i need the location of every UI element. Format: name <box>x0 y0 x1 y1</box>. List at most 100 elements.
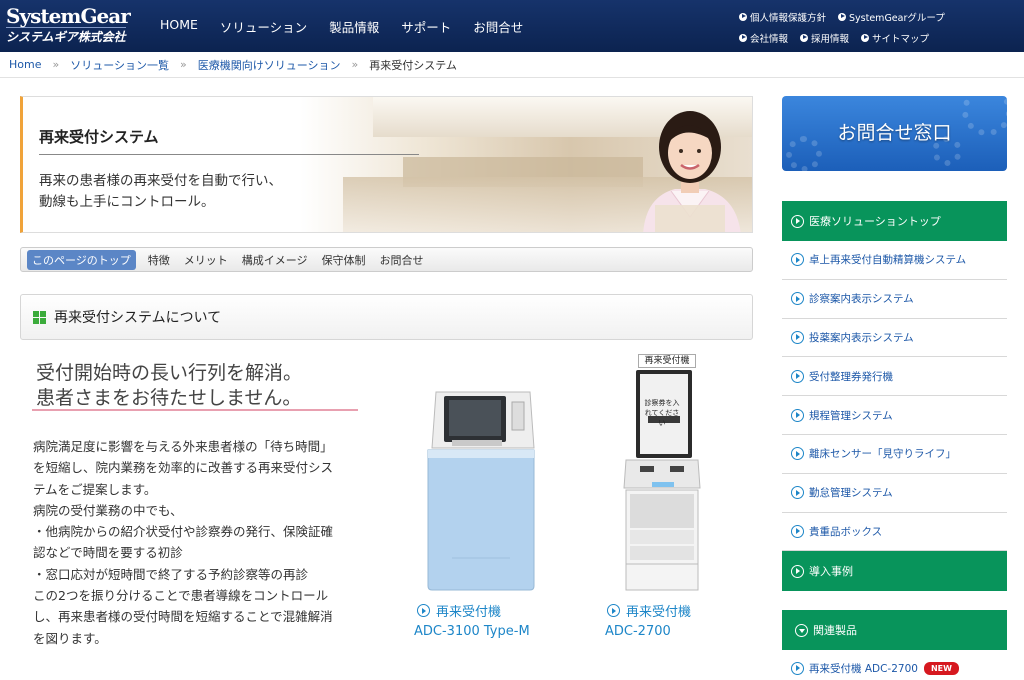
hero-title: 再来受付システム <box>39 128 159 146</box>
sidebar-item-label: 診察案内表示システム <box>809 293 914 306</box>
product-model-adc2700[interactable]: ADC-2700 <box>605 624 671 639</box>
sidebar-item-label: 勤怠管理システム <box>809 487 893 500</box>
arrow-circle-icon <box>800 33 809 42</box>
product-link-label: 再来受付機 <box>436 605 502 620</box>
arrow-circle-icon <box>739 12 747 21</box>
sidebar-item-label: 投薬案内表示システム <box>809 331 914 344</box>
sidebar-nav: 医療ソリューショントップ 卓上再来受付自動精算機システム 診察案内表示システム … <box>782 201 1007 592</box>
tab-inquiry[interactable]: お問合せ <box>380 252 424 268</box>
body-line: ・窓口応対が短時間で終了する予約診察等の再診 <box>33 566 309 582</box>
body-line: を図ります。 <box>33 630 107 646</box>
arrow-circle-icon <box>791 661 804 675</box>
utility-link-label: SystemGearグループ <box>849 12 945 24</box>
arrow-circle-icon <box>791 447 804 461</box>
contact-banner-label: お問合せ窓口 <box>837 122 952 144</box>
sidebar-item-bed-sensor[interactable]: 離床センサー「見守りライフ」 <box>782 435 1007 474</box>
global-nav: HOME ソリューション 製品情報 サポート お問合せ <box>149 17 534 36</box>
nav-support[interactable]: サポート <box>401 17 451 36</box>
arrow-circle-icon <box>791 408 804 422</box>
utility-link-group[interactable]: SystemGearグループ <box>838 10 945 24</box>
body-line: この2つを振り分けることで患者導線をコントロール <box>33 588 329 604</box>
grid-squares-icon <box>33 310 46 324</box>
breadcrumb-separator: » <box>52 58 60 71</box>
utility-link-label: 個人情報保護方針 <box>750 12 827 24</box>
related-item-adc2700[interactable]: 再来受付機 ADC-2700 NEW <box>782 656 1007 680</box>
breadcrumb: Home » ソリューション一覧 » 医療機関向けソリューション » 再来受付シ… <box>0 52 1024 78</box>
site-logo[interactable]: SystemGear システムギア株式会社 <box>6 5 131 49</box>
sidebar-item-medication-display[interactable]: 投薬案内表示システム <box>782 319 1007 358</box>
tab-merits[interactable]: メリット <box>184 252 228 268</box>
product-link-adc2700[interactable]: 再来受付機 <box>607 601 691 620</box>
body-text: 病院満足度に影響を与える外来患者様の「待ち時間」 を短縮し、院内業務を効率的に改… <box>33 436 368 649</box>
product-link-adc3100[interactable]: 再来受付機 <box>417 601 501 620</box>
arrow-circle-icon <box>791 564 804 578</box>
kiosk-label-sign: 再来受付機 <box>638 354 696 368</box>
sidebar-head-label: 医療ソリューショントップ <box>809 215 941 228</box>
sidebar-item-rules-management[interactable]: 規程管理システム <box>782 396 1007 435</box>
body-line: を短縮し、院内業務を効率的に改善する再来受付シス <box>33 460 334 476</box>
sidebar-item-valuables-box[interactable]: 貴重品ボックス <box>782 513 1007 552</box>
utility-link-recruit[interactable]: 採用情報 <box>800 31 849 45</box>
tab-configuration[interactable]: 構成イメージ <box>242 252 308 268</box>
sidebar-head-medical-top[interactable]: 医療ソリューショントップ <box>782 201 1007 241</box>
arrow-circle-icon <box>791 214 804 228</box>
receptionist-photo <box>643 111 741 232</box>
section-header: 再来受付システムについて <box>20 294 753 340</box>
breadcrumb-separator: » <box>180 58 187 71</box>
arrow-circle-icon <box>417 604 430 617</box>
body-line: 認などで時間を要する初診 <box>33 545 183 561</box>
utility-link-company[interactable]: 会社情報 <box>739 31 788 45</box>
breadcrumb-medical[interactable]: 医療機関向けソリューション <box>198 57 341 73</box>
nav-products[interactable]: 製品情報 <box>329 17 379 36</box>
sidebar-head-cases[interactable]: 導入事例 <box>782 551 1007 592</box>
sidebar-item-label: 貴重品ボックス <box>809 525 883 538</box>
sidebar-item-desktop-checkin[interactable]: 卓上再来受付自動精算機システム <box>782 241 1007 280</box>
contact-banner[interactable]: お問合せ窓口 <box>782 96 1007 171</box>
arrow-circle-icon <box>791 330 804 344</box>
catch-copy: 受付開始時の長い行列を解消。 患者さまをお待たせしません。 <box>36 361 302 411</box>
breadcrumb-current: 再来受付システム <box>369 58 457 72</box>
sidebar-item-label: 離床センサー「見守りライフ」 <box>809 448 956 461</box>
nav-home[interactable]: HOME <box>160 17 198 36</box>
utility-link-label: 採用情報 <box>811 33 850 45</box>
tab-features[interactable]: 特徴 <box>148 252 170 268</box>
chevron-down-circle-icon <box>795 623 808 637</box>
catch-line: 患者さまをお待たせしません。 <box>36 387 302 409</box>
arrow-circle-icon <box>607 604 620 617</box>
page-anchor-tabs: このページのトップ 特徴 メリット 構成イメージ 保守体制 お問合せ <box>20 247 753 272</box>
hero-banner: 再来受付システム 再来の患者様の再来受付を自動で行い、 動線も上手にコントロール… <box>20 96 753 233</box>
utility-link-sitemap[interactable]: サイトマップ <box>861 31 929 45</box>
utility-link-label: 会社情報 <box>750 33 789 45</box>
utility-link-privacy[interactable]: 個人情報保護方針 <box>739 10 826 24</box>
logo-company-name: システムギア株式会社 <box>6 27 126 46</box>
nav-solutions[interactable]: ソリューション <box>220 17 307 36</box>
product-image-adc3100[interactable] <box>422 388 540 594</box>
tab-page-top[interactable]: このページのトップ <box>27 249 136 270</box>
body-line: ・他病院からの紹介状受付や診察券の発行、保険証確 <box>33 524 334 540</box>
sidebar-item-label: 受付整理券発行機 <box>809 370 893 383</box>
nav-contact[interactable]: お問合せ <box>473 17 523 36</box>
arrow-circle-icon <box>791 524 804 538</box>
catch-line: 受付開始時の長い行列を解消。 <box>36 362 303 384</box>
body-line: 病院の受付業務の中でも、 <box>33 502 183 518</box>
breadcrumb-separator: » <box>351 58 359 71</box>
sidebar-item-consultation-display[interactable]: 診察案内表示システム <box>782 280 1007 319</box>
sidebar-item-attendance[interactable]: 勤怠管理システム <box>782 474 1007 513</box>
utility-link-label: サイトマップ <box>872 33 930 45</box>
arrow-circle-icon <box>791 369 804 383</box>
breadcrumb-home[interactable]: Home <box>9 58 41 71</box>
hero-desc-line: 再来の患者様の再来受付を自動で行い、 <box>39 173 282 189</box>
new-badge: NEW <box>923 661 959 675</box>
sidebar-item-ticket-machine[interactable]: 受付整理券発行機 <box>782 357 1007 397</box>
site-header: SystemGear システムギア株式会社 HOME ソリューション 製品情報 … <box>0 0 1024 52</box>
sidebar-head-label: 導入事例 <box>809 565 853 579</box>
breadcrumb-solutions[interactable]: ソリューション一覧 <box>70 57 169 73</box>
tab-maintenance[interactable]: 保守体制 <box>322 252 366 268</box>
related-products-title: 関連製品 <box>813 624 857 637</box>
catch-underline <box>32 409 358 411</box>
arrow-circle-icon <box>791 486 804 500</box>
related-products-header: 関連製品 <box>782 610 1007 650</box>
product-model-adc3100[interactable]: ADC-3100 Type-M <box>414 624 530 639</box>
hero-description: 再来の患者様の再来受付を自動で行い、 動線も上手にコントロール。 <box>39 171 282 213</box>
hero-divider <box>39 154 419 155</box>
